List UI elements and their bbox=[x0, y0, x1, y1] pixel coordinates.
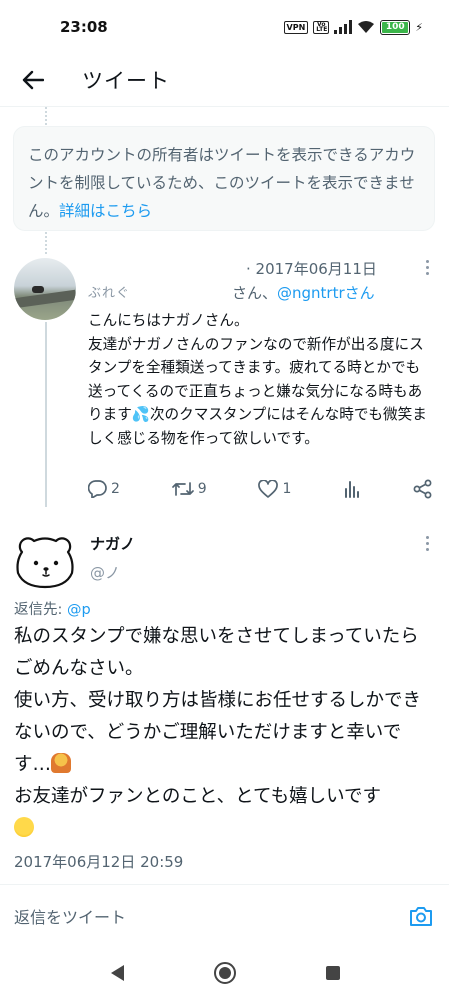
tweet-text-span: 使い方、受け取り方は皆様にお任せするしかできないので、どうかご理解いただけますと… bbox=[14, 690, 422, 775]
grinning-face-emoji-icon bbox=[14, 817, 34, 837]
thread-line bbox=[45, 322, 47, 507]
battery-level: 100 bbox=[382, 21, 409, 33]
reply-icon bbox=[88, 480, 107, 498]
reply-count: 2 bbox=[111, 481, 120, 497]
mention-suffix: さん bbox=[344, 284, 375, 302]
bear-avatar-icon bbox=[16, 537, 74, 589]
system-nav-bar bbox=[0, 946, 449, 999]
tweet-date-text: 2017年06月11日 bbox=[255, 260, 377, 278]
like-button[interactable]: 1 bbox=[258, 480, 291, 498]
camera-button[interactable] bbox=[407, 902, 435, 930]
tweet-text-line bbox=[14, 813, 435, 845]
retweet-icon bbox=[171, 482, 194, 496]
avatar[interactable] bbox=[14, 527, 76, 589]
nav-recents-icon bbox=[325, 965, 340, 980]
avatar[interactable] bbox=[14, 258, 76, 320]
more-icon[interactable] bbox=[417, 533, 437, 553]
tweet-timestamp: 2017年06月12日 20:59 bbox=[14, 853, 184, 871]
replying-to-label: 返信先: bbox=[14, 602, 67, 618]
nav-back-button[interactable] bbox=[104, 960, 130, 986]
header: ツイート bbox=[0, 54, 449, 106]
battery-icon: 100 bbox=[380, 19, 411, 35]
back-arrow-icon bbox=[22, 70, 44, 90]
reply-composer[interactable]: 返信をツイート bbox=[0, 886, 449, 946]
author-handle[interactable]: @ノ bbox=[90, 562, 120, 583]
nav-home-icon bbox=[213, 961, 236, 984]
signal-icon bbox=[334, 20, 353, 34]
thread-line bbox=[45, 232, 47, 254]
share-icon bbox=[413, 479, 432, 499]
mention-link[interactable]: @p bbox=[67, 602, 91, 618]
share-button[interactable] bbox=[413, 479, 433, 499]
status-bar: 23:08 VPN Vo LTE 100 ⚡ bbox=[0, 0, 449, 54]
nav-home-button[interactable] bbox=[212, 960, 238, 986]
nav-back-icon bbox=[110, 964, 124, 981]
reply-input[interactable]: 返信をツイート bbox=[14, 904, 126, 928]
retweet-count: 9 bbox=[197, 481, 207, 497]
header-divider bbox=[0, 106, 449, 107]
reply-button[interactable]: 2 bbox=[88, 480, 120, 498]
page-title: ツイート bbox=[82, 69, 170, 93]
author-name[interactable]: ナガノ bbox=[90, 533, 135, 554]
mention-link[interactable]: @ngntrtr bbox=[277, 284, 345, 302]
avatar-road bbox=[14, 289, 76, 309]
divider bbox=[0, 884, 449, 885]
tweet-date: · 2017年06月11日 bbox=[246, 260, 377, 278]
camera-icon bbox=[410, 907, 432, 926]
restricted-tweet-notice: このアカウントの所有者はツイートを表示できるアカウントを制限しているため、このツ… bbox=[13, 126, 435, 231]
learn-more-link[interactable]: 詳細はこちら bbox=[59, 202, 152, 220]
stats-icon bbox=[345, 481, 360, 498]
avatar-vehicle bbox=[32, 286, 44, 293]
replying-to-prefix: さん、 bbox=[232, 284, 278, 302]
author-name[interactable]: ぶれぐ bbox=[88, 282, 130, 301]
tweet-actions: 2 9 1 bbox=[88, 476, 433, 502]
retweet-button[interactable]: 9 bbox=[171, 480, 207, 498]
nav-recents-button[interactable] bbox=[320, 960, 346, 986]
tweet-text-line: 使い方、受け取り方は皆様にお任せするしかできないので、どうかご理解いただけますと… bbox=[14, 685, 435, 781]
status-time: 23:08 bbox=[60, 18, 108, 36]
tweet-text: こんにちはナガノさん。 友達がナガノさんのファンなので新作が出る度にスタンプを全… bbox=[88, 312, 427, 447]
thread-line bbox=[45, 107, 47, 125]
tweet-text: 私のスタンプで嫌な思いをさせてしまっていたらごめんなさい。使い方、受け取り方は皆… bbox=[14, 621, 435, 845]
like-count: 1 bbox=[282, 481, 292, 497]
tweet-text-line: 私のスタンプで嫌な思いをさせてしまっていたらごめんなさい。 bbox=[14, 626, 419, 679]
vpn-icon: VPN bbox=[283, 20, 309, 34]
back-button[interactable] bbox=[18, 65, 48, 95]
bowing-person-emoji-icon bbox=[51, 753, 72, 773]
wifi-icon bbox=[358, 21, 375, 33]
volte-icon: Vo LTE bbox=[313, 20, 330, 34]
like-icon bbox=[258, 480, 279, 498]
charging-icon: ⚡ bbox=[415, 20, 423, 34]
tweet-text-line: お友達がファンとのこと、とても嬉しいです bbox=[14, 786, 382, 807]
status-icons: VPN Vo LTE 100 ⚡ bbox=[283, 19, 423, 35]
replying-to: 返信先: @p bbox=[14, 598, 91, 619]
analytics-button[interactable] bbox=[343, 480, 361, 498]
replying-to: さん、@ngntrtrさん bbox=[232, 282, 375, 303]
more-icon[interactable] bbox=[417, 257, 437, 277]
